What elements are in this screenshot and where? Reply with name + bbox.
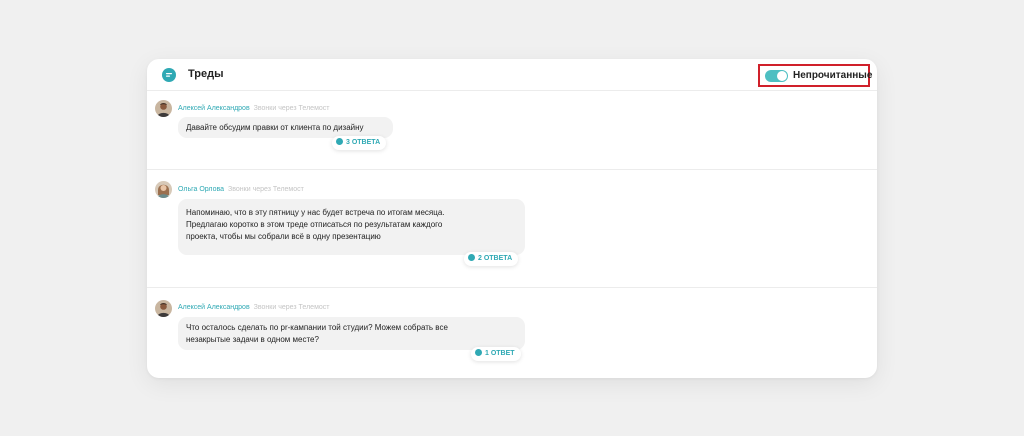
replies-button[interactable]: 3 ОТВЕТА: [332, 136, 387, 150]
replies-button[interactable]: 2 ОТВЕТА: [464, 252, 519, 266]
avatar-male[interactable]: [155, 300, 172, 317]
threads-panel: Треды Непрочитанные Алексей Александров З…: [147, 59, 877, 378]
thread-author[interactable]: Алексей Александров Звонки через Телемост: [178, 304, 329, 311]
message-bubble[interactable]: Давайте обсудим правки от клиента по диз…: [178, 117, 393, 138]
thread-item[interactable]: Алексей Александров Звонки через Телемост…: [147, 91, 877, 169]
threads-icon: [162, 68, 176, 82]
thread-channel[interactable]: Звонки через Телемост: [254, 105, 330, 112]
thread-item[interactable]: Ольга Орлова Звонки через Телемост Напоми…: [147, 170, 877, 287]
toggle-knob: [777, 71, 787, 81]
thread-channel[interactable]: Звонки через Телемост: [228, 186, 304, 193]
message-line: Что осталось сделать по pr-кампании той …: [186, 323, 448, 332]
message-line: Предлагаю коротко в этом треде отписатьс…: [186, 220, 443, 229]
thread-author[interactable]: Алексей Александров Звонки через Телемост: [178, 105, 329, 112]
thread-channel[interactable]: Звонки через Телемост: [254, 304, 330, 311]
message-line: Напоминаю, что в эту пятницу у нас будет…: [186, 208, 445, 217]
reply-bubble-icon: [468, 254, 475, 261]
message-bubble[interactable]: Что осталось сделать по pr-кампании той …: [178, 317, 525, 350]
threads-header: Треды Непрочитанные: [147, 59, 877, 91]
message-line: незакрытые задачи в одном месте?: [186, 335, 319, 344]
unread-toggle-switch[interactable]: [765, 70, 788, 82]
message-line: проекта, чтобы мы собрали всё в одну пре…: [186, 232, 381, 241]
thread-item[interactable]: Алексей Александров Звонки через Телемост…: [147, 288, 877, 378]
message-line: Давайте обсудим правки от клиента по диз…: [186, 123, 364, 132]
replies-button[interactable]: 1 ОТВЕТ: [471, 347, 521, 361]
avatar-female[interactable]: [155, 181, 172, 198]
thread-author[interactable]: Ольга Орлова Звонки через Телемост: [178, 186, 304, 193]
message-bubble[interactable]: Напоминаю, что в эту пятницу у нас будет…: [178, 199, 525, 255]
reply-bubble-icon: [475, 349, 482, 356]
avatar-male[interactable]: [155, 100, 172, 117]
reply-bubble-icon: [336, 138, 343, 145]
unread-toggle-label[interactable]: Непрочитанные: [793, 70, 872, 81]
unread-filter-toggle[interactable]: Непрочитанные: [758, 64, 872, 87]
page-title: Треды: [188, 68, 224, 80]
